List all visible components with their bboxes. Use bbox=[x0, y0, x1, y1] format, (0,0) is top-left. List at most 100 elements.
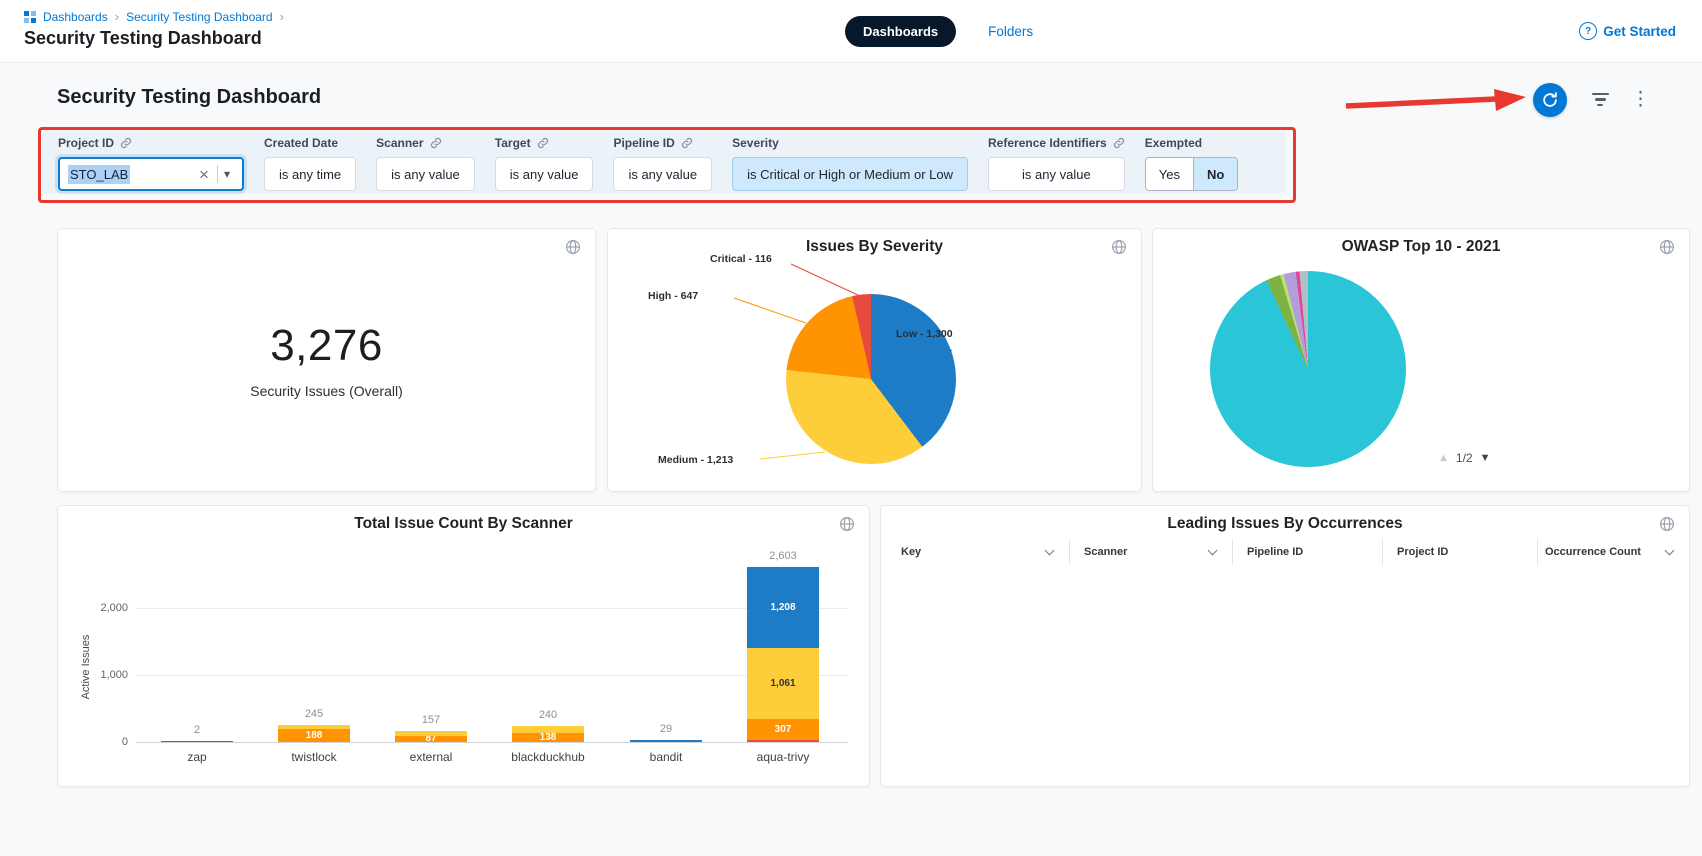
exempted-toggle: Yes No bbox=[1145, 157, 1239, 191]
target-filter-button[interactable]: is any value bbox=[495, 157, 594, 191]
help-icon: ? bbox=[1579, 22, 1597, 40]
link-icon bbox=[1113, 137, 1125, 149]
sort-chevron-icon bbox=[1045, 546, 1055, 556]
tab-dashboards[interactable]: Dashboards bbox=[845, 16, 956, 47]
page-up-icon[interactable]: ▲ bbox=[1438, 452, 1449, 464]
link-icon bbox=[537, 137, 549, 149]
globe-icon[interactable] bbox=[1111, 239, 1127, 255]
breadcrumb: Dashboards › Security Testing Dashboard … bbox=[24, 9, 284, 24]
filter-severity-label: Severity bbox=[732, 136, 968, 150]
severity-filter-button[interactable]: is Critical or High or Medium or Low bbox=[732, 157, 968, 191]
column-label: Scanner bbox=[1084, 546, 1127, 558]
filter-label-text: Pipeline ID bbox=[613, 136, 674, 150]
filter-label-text: Scanner bbox=[376, 136, 423, 150]
project-id-value: STO_LAB bbox=[68, 165, 130, 184]
tab-folders[interactable]: Folders bbox=[982, 23, 1039, 40]
exempted-yes-button[interactable]: Yes bbox=[1146, 158, 1193, 190]
bar-segment-value: 188 bbox=[306, 731, 323, 741]
gridline bbox=[136, 608, 848, 609]
get-started-link[interactable]: ? Get Started bbox=[1579, 22, 1676, 40]
bar-segment-aqua-trivy[interactable]: 1,208 bbox=[747, 567, 819, 648]
bar-segment-external[interactable]: 87 bbox=[395, 736, 467, 742]
pie-label-high: High - 647 bbox=[648, 290, 698, 302]
card-leading-issues-by-occurrences: Leading Issues By Occurrences Key Scanne… bbox=[880, 505, 1690, 787]
column-header-occurrence-count[interactable]: Occurrence Count bbox=[1537, 539, 1673, 565]
pie-pagination: ▲ 1/2 ▼ bbox=[1438, 451, 1490, 465]
pie-label-low: Low - 1,300 bbox=[896, 328, 953, 340]
bar-segment-aqua-trivy[interactable]: 307 bbox=[747, 719, 819, 740]
kebab-menu-icon[interactable]: ⋮ bbox=[1631, 87, 1650, 113]
globe-icon[interactable] bbox=[1659, 239, 1675, 255]
overall-issues-value: 3,276 bbox=[270, 321, 383, 371]
column-header-pipeline-id[interactable]: Pipeline ID bbox=[1232, 539, 1382, 565]
page-down-icon[interactable]: ▼ bbox=[1480, 452, 1491, 464]
top-bar: Dashboards › Security Testing Dashboard … bbox=[0, 0, 1702, 63]
bar-segment-zap[interactable] bbox=[161, 741, 233, 742]
column-label: Occurrence Count bbox=[1545, 546, 1641, 558]
column-header-project-id[interactable]: Project ID bbox=[1382, 539, 1537, 565]
globe-icon[interactable] bbox=[565, 239, 581, 255]
breadcrumb-separator-icon: › bbox=[115, 9, 119, 24]
column-header-key[interactable]: Key bbox=[901, 539, 1069, 565]
input-divider bbox=[217, 165, 218, 183]
occurrences-table-body bbox=[901, 565, 1673, 772]
column-label: Pipeline ID bbox=[1247, 546, 1303, 558]
breadcrumb-separator-icon: › bbox=[280, 9, 284, 24]
column-label: Project ID bbox=[1397, 546, 1448, 558]
gridline bbox=[136, 742, 848, 743]
filter-scanner: Scanner is any value bbox=[376, 136, 475, 191]
link-icon bbox=[120, 137, 132, 149]
reference-identifiers-filter-button[interactable]: is any value bbox=[988, 157, 1125, 191]
bar-total-label: 245 bbox=[264, 708, 364, 720]
filter-reference-identifiers-label: Reference Identifiers bbox=[988, 136, 1125, 150]
bar-segment-external[interactable] bbox=[395, 731, 467, 736]
dropdown-caret-icon[interactable]: ▾ bbox=[220, 167, 234, 181]
page-title: Security Testing Dashboard bbox=[24, 28, 262, 49]
bar-segment-aqua-trivy[interactable]: 1,061 bbox=[747, 648, 819, 719]
created-date-filter-button[interactable]: is any time bbox=[264, 157, 356, 191]
filter-list-icon[interactable] bbox=[1590, 93, 1610, 109]
bar-segment-blackduckhub[interactable] bbox=[512, 726, 584, 733]
column-header-scanner[interactable]: Scanner bbox=[1069, 539, 1232, 565]
filter-label-text: Exempted bbox=[1145, 136, 1202, 150]
card-title: OWASP Top 10 - 2021 bbox=[1153, 238, 1689, 256]
y-tick-label: 2,000 bbox=[64, 602, 128, 614]
globe-icon[interactable] bbox=[1659, 516, 1675, 532]
breadcrumb-item-security-testing-dashboard[interactable]: Security Testing Dashboard bbox=[126, 10, 273, 24]
refresh-button[interactable] bbox=[1533, 83, 1567, 117]
bar-category-label: aqua-trivy bbox=[723, 750, 843, 764]
bar-segment-twistlock[interactable] bbox=[278, 725, 350, 729]
exempted-no-button[interactable]: No bbox=[1193, 158, 1237, 190]
filter-target-label: Target bbox=[495, 136, 594, 150]
bar-segment-aqua-trivy[interactable] bbox=[747, 740, 819, 742]
filter-project-id-label: Project ID bbox=[58, 136, 244, 150]
column-label: Key bbox=[901, 546, 921, 558]
bar-segment-twistlock[interactable]: 188 bbox=[278, 729, 350, 742]
gridline bbox=[136, 675, 848, 676]
bar-segment-bandit[interactable] bbox=[630, 740, 702, 742]
filter-reference-identifiers: Reference Identifiers is any value bbox=[988, 136, 1125, 191]
clear-icon[interactable]: × bbox=[193, 166, 215, 183]
pie-label-critical: Critical - 116 bbox=[710, 253, 772, 265]
dashboard-heading: Security Testing Dashboard bbox=[57, 86, 321, 109]
bar-segment-blackduckhub[interactable]: 138 bbox=[512, 733, 584, 742]
page-indicator: 1/2 bbox=[1456, 451, 1473, 465]
y-tick-label: 1,000 bbox=[64, 669, 128, 681]
pipeline-id-filter-button[interactable]: is any value bbox=[613, 157, 712, 191]
filter-created-date: Created Date is any time bbox=[264, 136, 356, 191]
filter-pipeline-id-label: Pipeline ID bbox=[613, 136, 712, 150]
breadcrumb-item-dashboards[interactable]: Dashboards bbox=[43, 10, 108, 24]
owasp-pie[interactable] bbox=[1210, 271, 1406, 467]
filter-scanner-label: Scanner bbox=[376, 136, 475, 150]
filter-label-text: Project ID bbox=[58, 136, 114, 150]
get-started-label: Get Started bbox=[1603, 24, 1676, 39]
scanner-bar-plot: Active Issues 01,0002,0002zap188245twist… bbox=[58, 506, 869, 786]
scanner-filter-button[interactable]: is any value bbox=[376, 157, 475, 191]
filter-created-date-label: Created Date bbox=[264, 136, 356, 150]
card-title: Issues By Severity bbox=[608, 238, 1141, 256]
view-tabs: Dashboards Folders bbox=[845, 16, 1039, 47]
severity-pie[interactable] bbox=[786, 294, 956, 464]
bar-category-label: zap bbox=[137, 750, 257, 764]
pie-label-medium: Medium - 1,213 bbox=[658, 454, 733, 466]
project-id-input[interactable]: STO_LAB × ▾ bbox=[58, 157, 244, 191]
